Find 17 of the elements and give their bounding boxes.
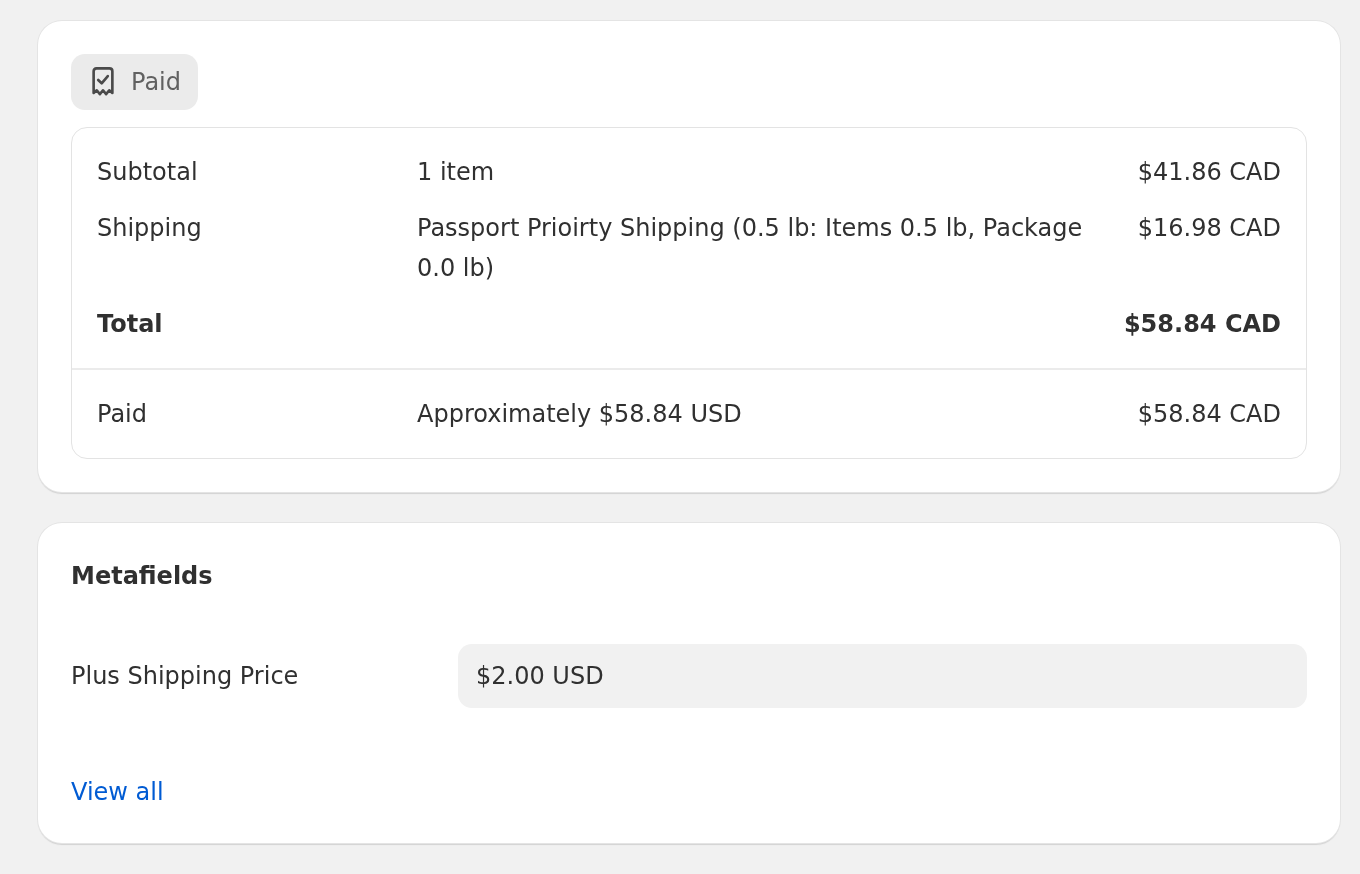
receipt-check-icon (91, 67, 115, 97)
row-label: Shipping (97, 213, 203, 244)
total-label: Total (97, 309, 164, 340)
row-amount: $41.86 CAD (1137, 157, 1281, 188)
view-all-link[interactable]: View all (71, 772, 164, 812)
status-text: Paid (131, 67, 181, 97)
field-label: Plus Shipping Price (71, 661, 299, 692)
total-amount: $58.84 CAD (1123, 309, 1281, 340)
paid-amount: $58.84 CAD (1137, 399, 1281, 430)
paid-note: Approximately $58.84 USD (417, 399, 743, 430)
row-description: 1 item (417, 157, 496, 188)
row-description: Passport Prioirty Shipping (0.5 lb: Items 0.5 lb, Package 0.0 lb) (417, 213, 1084, 284)
section-title: Metafields (71, 561, 214, 592)
paid-label: Paid (97, 399, 148, 430)
row-amount: $16.98 CAD (1137, 213, 1281, 244)
metafield-input[interactable]: $2.00 USD (458, 644, 1307, 708)
row-label: Subtotal (97, 157, 199, 188)
